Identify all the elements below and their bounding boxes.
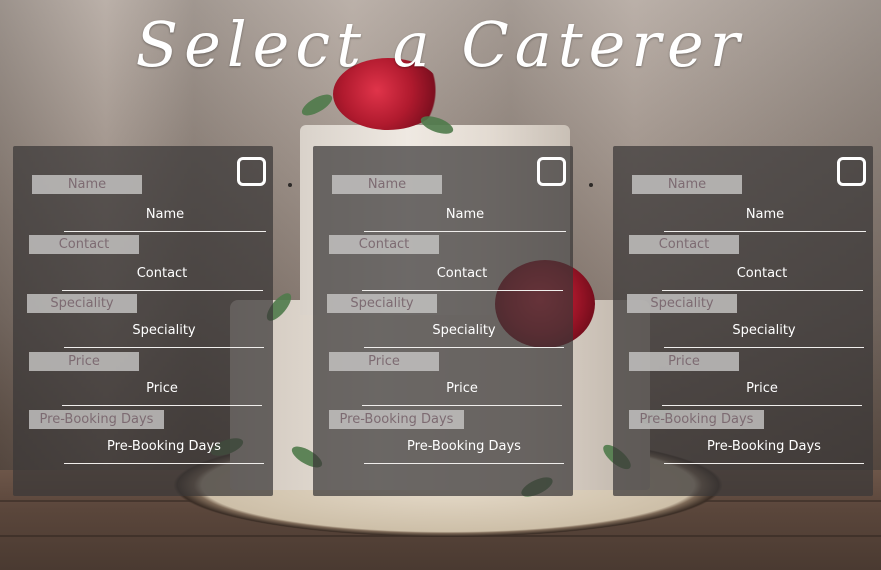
select-caterer-checkbox[interactable] [537,157,566,186]
price-label: Price [29,352,139,371]
speciality-label: Speciality [327,294,437,313]
caterer-card: Name Name Contact Contact Speciality Spe… [13,146,273,496]
name-value: Name [745,207,785,222]
pre-booking-days-value: Pre-Booking Days [107,439,221,454]
contact-label: Contact [329,235,439,254]
speciality-value: Speciality [732,323,796,338]
select-caterer-checkbox[interactable] [837,157,866,186]
pre-booking-days-underline [64,463,264,464]
contact-value: Contact [736,266,788,281]
caterer-card: Name Name Contact Contact Speciality Spe… [613,146,873,496]
pre-booking-days-label: Pre-Booking Days [329,410,464,429]
pre-booking-days-underline [364,463,564,464]
speciality-label: Speciality [627,294,737,313]
price-label: Price [329,352,439,371]
contact-value: Contact [436,266,488,281]
page-title: Select a Caterer [135,8,746,81]
price-underline [62,405,262,406]
speciality-value: Speciality [132,323,196,338]
name-value: Name [445,207,485,222]
contact-value: Contact [136,266,188,281]
speciality-underline [64,347,264,348]
pre-booking-days-value: Pre-Booking Days [407,439,521,454]
price-underline [662,405,862,406]
name-underline [64,231,266,232]
price-value: Price [146,381,178,396]
caterer-card: Name Name Contact Contact Speciality Spe… [313,146,573,496]
separator-dot [288,183,292,187]
separator-dot [589,183,593,187]
price-value: Price [746,381,778,396]
price-label: Price [629,352,739,371]
speciality-underline [364,347,564,348]
name-underline [664,231,866,232]
name-value: Name [145,207,185,222]
name-label: Name [632,175,742,194]
contact-label: Contact [629,235,739,254]
price-underline [362,405,562,406]
name-label: Name [32,175,142,194]
name-label: Name [332,175,442,194]
pre-booking-days-label: Pre-Booking Days [629,410,764,429]
select-caterer-checkbox[interactable] [237,157,266,186]
contact-underline [62,290,263,291]
pre-booking-days-value: Pre-Booking Days [707,439,821,454]
price-value: Price [446,381,478,396]
name-underline [364,231,566,232]
speciality-label: Speciality [27,294,137,313]
speciality-underline [664,347,864,348]
contact-underline [362,290,563,291]
speciality-value: Speciality [432,323,496,338]
pre-booking-days-label: Pre-Booking Days [29,410,164,429]
contact-label: Contact [29,235,139,254]
pre-booking-days-underline [664,463,864,464]
contact-underline [662,290,863,291]
